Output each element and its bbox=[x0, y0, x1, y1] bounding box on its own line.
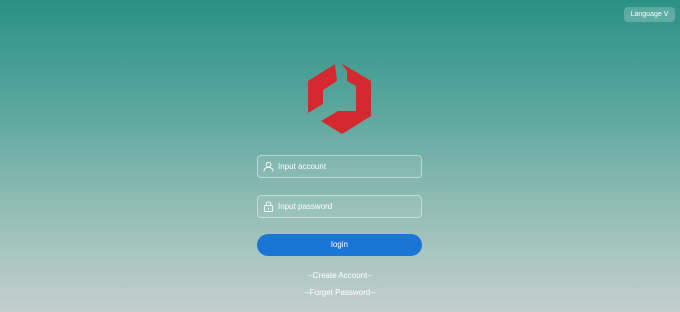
lock-icon bbox=[263, 201, 274, 212]
account-input[interactable] bbox=[278, 156, 418, 177]
hexagon-logo-icon bbox=[308, 63, 371, 134]
user-icon bbox=[263, 161, 274, 172]
language-selector-button[interactable]: Language V bbox=[624, 7, 675, 22]
forget-password-link[interactable]: --Forget Password-- bbox=[0, 288, 680, 297]
password-input[interactable] bbox=[278, 196, 418, 217]
password-field[interactable] bbox=[257, 195, 422, 218]
account-field[interactable] bbox=[257, 155, 422, 178]
create-account-link[interactable]: --Create Account-- bbox=[0, 271, 680, 280]
login-button[interactable]: login bbox=[257, 234, 422, 256]
